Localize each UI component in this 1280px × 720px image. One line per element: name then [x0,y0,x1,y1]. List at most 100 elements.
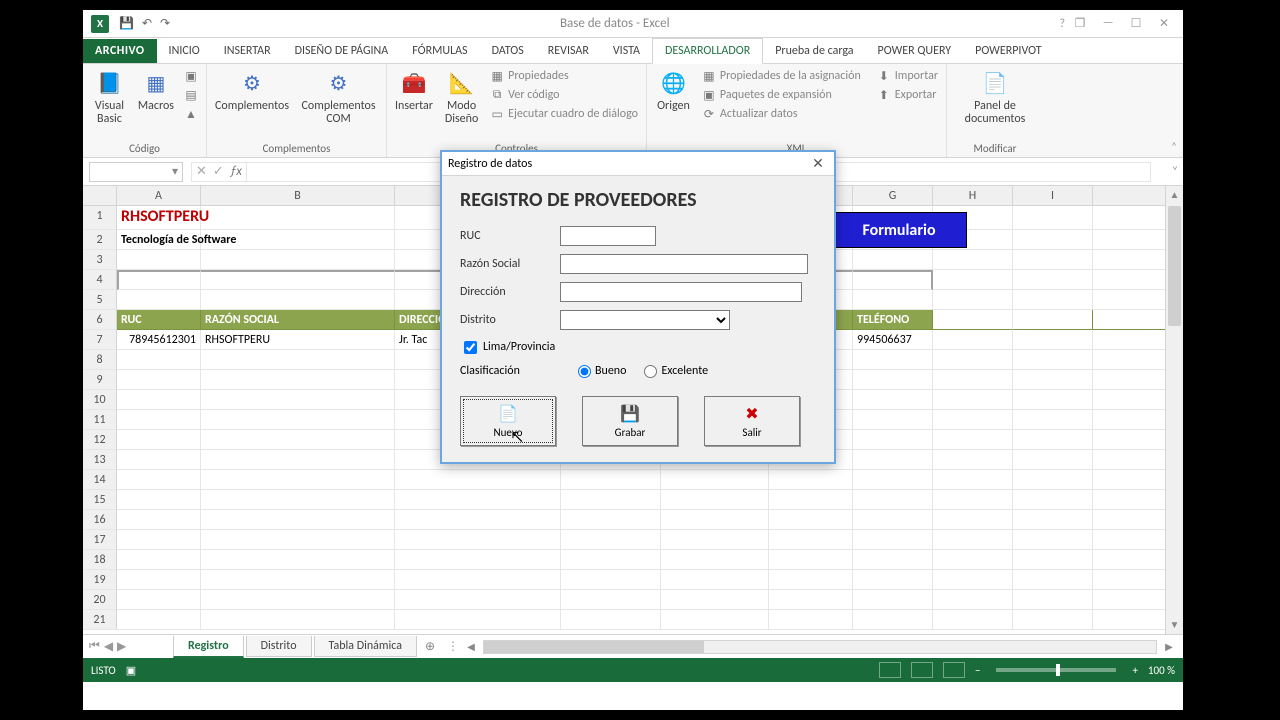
scroll-thumb[interactable] [1168,206,1181,326]
row-header[interactable]: 2 [83,230,117,250]
ver-codigo-button[interactable]: ⧉Ver código [488,87,640,103]
col-header[interactable]: A [117,186,201,205]
tab-formulas[interactable]: FÓRMULAS [400,39,479,63]
sheet-tab-registro[interactable]: Registro [173,636,244,658]
hscroll-left-icon[interactable]: ◀ [463,640,479,653]
relative-ref-icon[interactable]: ▤ [182,87,200,103]
direccion-input[interactable] [560,282,802,302]
sheet-tab-tabla-dinamica[interactable]: Tabla Dinámica [314,636,417,657]
view-page-layout-icon[interactable] [911,662,933,678]
macro-record-status-icon[interactable]: ▣ [126,664,136,677]
macros-button[interactable]: ▦Macros [136,68,176,115]
complementos-button[interactable]: ⚙Complementos [213,68,291,115]
sheet-tabs-bar: ⏮ ◀ ▶ Registro Distrito Tabla Dinámica ⊕… [83,634,1183,658]
cell-tel[interactable]: 994506637 [853,330,933,350]
qat-save-icon[interactable]: 💾 [119,16,134,31]
zoom-out-icon[interactable]: − [975,664,980,677]
importar-button[interactable]: ⬇Importar [875,68,940,84]
tab-revisar[interactable]: REVISAR [536,39,601,63]
macro-security-icon[interactable]: ▲ [182,106,200,122]
cancel-entry-icon[interactable]: ✕ [196,164,207,179]
grabar-button[interactable]: 💾Grabar [582,396,678,446]
ribbon-collapse-icon[interactable]: ˄ [1171,140,1177,153]
distrito-select[interactable] [560,310,730,330]
razon-social-input[interactable] [560,254,808,274]
add-sheet-icon[interactable]: ⊕ [419,639,441,654]
clasificacion-bueno-radio[interactable] [578,365,591,378]
tab-diseno[interactable]: DISEÑO DE PÁGINA [283,39,401,63]
ribbon-collapse-icon[interactable]: ❐ [1069,16,1091,31]
tab-insertar[interactable]: INSERTAR [212,39,283,63]
view-normal-icon[interactable] [879,662,901,678]
propiedades-button[interactable]: ▦Propiedades [488,68,640,84]
visual-basic-button[interactable]: 📘Visual Basic [89,68,130,128]
row-header[interactable]: 1 [83,206,117,230]
sheet-tab-distrito[interactable]: Distrito [246,636,312,657]
label-ruc: RUC [460,229,560,243]
zoom-level[interactable]: 100 % [1148,664,1175,677]
formula-bar-expand-icon[interactable]: ˅ [1167,165,1183,179]
tab-nav-prev-icon[interactable]: ◀ [104,639,113,654]
modo-diseno-button[interactable]: 📐Modo Diseño [441,68,482,128]
clasificacion-excelente-radio[interactable] [644,365,657,378]
scroll-down-icon[interactable]: ▼ [1166,616,1183,634]
col-header[interactable]: B [201,186,395,205]
minimize-icon[interactable]: — [1097,16,1119,31]
scroll-up-icon[interactable]: ▲ [1166,186,1183,204]
close-icon[interactable]: ✕ [1153,16,1175,31]
salir-button[interactable]: ✖Salir [704,396,800,446]
dialog-close-icon[interactable]: ✕ [808,155,828,172]
tab-prueba[interactable]: Prueba de carga [763,39,865,63]
tab-powerpivot[interactable]: POWERPIVOT [963,39,1053,63]
view-page-break-icon[interactable] [943,662,965,678]
zoom-in-icon[interactable]: + [1132,664,1137,677]
paquetes-expansion-button[interactable]: ▣Paquetes de expansión [700,87,863,103]
confirm-entry-icon[interactable]: ✓ [213,164,224,179]
tab-powerquery[interactable]: POWER QUERY [866,39,964,63]
new-file-icon: 📄 [498,404,518,424]
col-header[interactable]: G [853,186,933,205]
help-icon[interactable]: ? [1059,17,1065,31]
cell-ruc[interactable]: 78945612301 [117,330,201,350]
insertar-control-button[interactable]: 🧰Insertar [393,68,435,115]
fx-icon[interactable]: ƒx [230,164,242,179]
group-label-codigo: Código [89,140,200,155]
exportar-button[interactable]: ⬆Exportar [875,87,940,103]
record-macro-icon[interactable]: ▣ [182,68,200,84]
vertical-scrollbar[interactable]: ▲ ▼ [1165,186,1183,634]
select-all-corner[interactable] [83,186,117,205]
zoom-slider[interactable] [996,668,1116,672]
tab-file[interactable]: ARCHIVO [83,39,157,63]
tab-vista[interactable]: VISTA [601,39,652,63]
nuevo-button[interactable]: 📄Nuevo [460,396,556,446]
table-header-tel: TELÉFONO [853,310,933,330]
formulario-button[interactable]: Formulario [831,212,967,248]
qat-redo-icon[interactable]: ↷ [160,16,170,31]
ruc-input[interactable] [560,226,656,246]
name-box[interactable]: ▾ [89,162,183,182]
complementos-com-button[interactable]: ⚙Complementos COM [297,68,380,128]
ejecutar-dialogo-button[interactable]: ▭Ejecutar cuadro de diálogo [488,106,640,122]
hscroll-right-icon[interactable]: ▶ [1161,640,1177,653]
maximize-icon[interactable]: ☐ [1125,16,1147,31]
tab-inicio[interactable]: INICIO [157,39,212,63]
tab-datos[interactable]: DATOS [480,39,536,63]
tab-nav-first-icon[interactable]: ⏮ [89,639,100,654]
lima-provincia-checkbox[interactable] [464,341,477,354]
actualizar-datos-button[interactable]: ⟳Actualizar datos [700,106,863,122]
chevron-down-icon[interactable]: ▾ [172,164,178,179]
cell-razon[interactable]: RHSOFTPERU [201,330,395,350]
panel-documentos-button[interactable]: 📄Panel de documentos [953,68,1037,128]
tab-desarrollador[interactable]: DESARROLLADOR [652,38,763,64]
tab-nav-next-icon[interactable]: ▶ [117,639,126,654]
qat-undo-icon[interactable]: ↶ [142,16,152,31]
col-header[interactable]: I [1013,186,1093,205]
sheet-title: RHSOFTPERU [117,206,201,230]
table-header-ruc: RUC [117,310,201,330]
dialog-heading: REGISTRO DE PROVEEDORES [460,188,816,212]
horizontal-scrollbar[interactable] [483,640,1157,654]
col-header[interactable]: H [933,186,1013,205]
origen-button[interactable]: 🌐Origen [653,68,694,115]
prop-asignacion-button[interactable]: ▦Propiedades de la asignación [700,68,863,84]
label-dir: Dirección [460,285,560,299]
